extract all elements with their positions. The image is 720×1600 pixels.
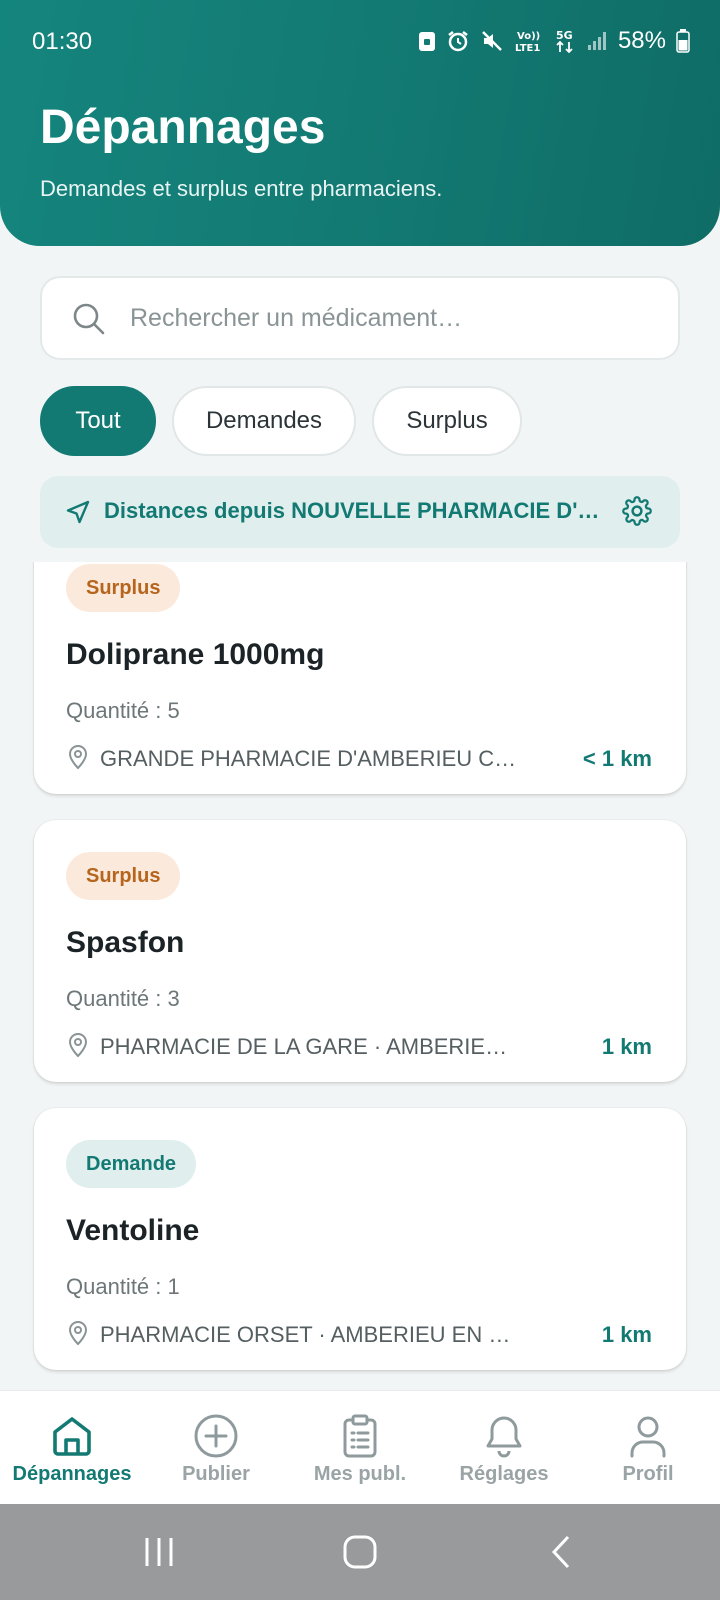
quantity: Quantité : 3 [66,986,180,1011]
nav-item-publier[interactable]: Publier [144,1391,288,1505]
status-time: 01:30 [32,28,93,55]
filter-chip-tout[interactable]: Tout [40,386,156,456]
pharmacy-name: GRANDE PHARMACIE D'AMBERIEU CENTRE [100,746,520,771]
quantity: Quantité : 5 [66,698,180,723]
status-icons: Vo)) LTE1 5G 58% [418,26,690,56]
gear-icon[interactable] [622,496,652,526]
type-badge: Surplus [66,564,181,612]
battery-icon [676,29,690,53]
volte-icon: Vo)) LTE1 [515,31,540,54]
search-box[interactable] [40,276,680,360]
clipboard-icon [343,1414,377,1458]
app-header: 01:30 Vo)) LTE1 5G 58% Dépannages Demand… [0,0,720,246]
filter-chip-label: Surplus [406,407,488,434]
nav-label: Mes publ. [313,1463,407,1485]
filter-chip-label: Tout [75,407,121,434]
filter-chip-surplus[interactable]: Surplus [372,386,522,456]
location-pin-icon [68,745,88,770]
svg-text:5G: 5G [556,29,573,42]
quantity: Quantité : 1 [66,1274,180,1299]
medication-name: Ventoline [66,1214,200,1247]
location-text: Distances depuis NOUVELLE PHARMACIE D'AM… [104,498,604,523]
recent-apps-icon[interactable] [142,1534,176,1570]
svg-text:LTE1: LTE1 [515,43,540,54]
signal-icon [587,32,606,50]
list-item[interactable]: Surplus Spasfon Quantité : 3 PHARMACIE D… [34,820,686,1082]
page-subtitle: Demandes et surplus entre pharmaciens. [40,176,443,201]
navigation-arrow-icon [66,500,90,524]
svg-text:Vo)): Vo)) [517,31,540,42]
location-bar[interactable]: Distances depuis NOUVELLE PHARMACIE D'AM… [40,476,680,548]
nav-item-mes-publ[interactable]: Mes publ. [288,1391,432,1505]
distance: < 1 km [582,746,652,771]
search-input[interactable] [130,278,650,358]
nav-label: Profil [622,1463,674,1485]
pharmacy-name: PHARMACIE DE LA GARE · AMBERIEU EN BUGEY [100,1034,520,1059]
page-title: Dépannages [40,101,326,154]
nav-item-reglages[interactable]: Réglages [432,1391,576,1505]
list-item[interactable]: Surplus Doliprane 1000mg Quantité : 5 GR… [34,562,686,794]
status-bar: 01:30 Vo)) LTE1 5G 58% [0,0,720,84]
plus-circle-icon [194,1414,238,1458]
filter-chip-label: Demandes [205,407,323,434]
nav-label: Publier [182,1463,250,1485]
location-pin-icon [68,1321,88,1346]
type-badge: Demande [66,1140,197,1188]
search-icon [73,303,105,335]
user-icon [630,1416,666,1458]
medication-name: Doliprane 1000mg [66,638,325,671]
location-pin-icon [68,1033,88,1058]
type-badge: Surplus [66,852,181,900]
nav-label: Dépannages [12,1463,132,1485]
5g-icon: 5G [556,29,573,54]
alarm-icon [448,31,468,52]
filter-chip-demandes[interactable]: Demandes [172,386,356,456]
nav-item-depannages[interactable]: Dépannages [0,1391,144,1505]
system-navigation-bar [0,1504,720,1600]
pharmacy-name: PHARMACIE ORSET · AMBERIEU EN BUGEY [100,1322,520,1347]
publication-list[interactable]: Surplus Doliprane 1000mg Quantité : 5 GR… [0,562,720,1390]
mute-icon [482,31,502,51]
bottom-navigation: Dépannages Publier Mes publ. Réglages Pr… [0,1390,720,1504]
lock-notification-icon [418,32,435,51]
list-item[interactable]: Demande Ventoline Quantité : 1 PHARMACIE… [34,1108,686,1370]
distance: 1 km [601,1322,652,1347]
back-icon[interactable] [548,1534,574,1570]
nav-label: Réglages [459,1463,549,1485]
distance: 1 km [601,1034,652,1059]
battery-percent: 58% [617,27,666,54]
home-button-icon[interactable] [342,1534,378,1570]
home-icon [53,1417,91,1456]
bell-icon [486,1416,522,1458]
medication-name: Spasfon [66,926,185,959]
nav-item-profil[interactable]: Profil [576,1391,720,1505]
